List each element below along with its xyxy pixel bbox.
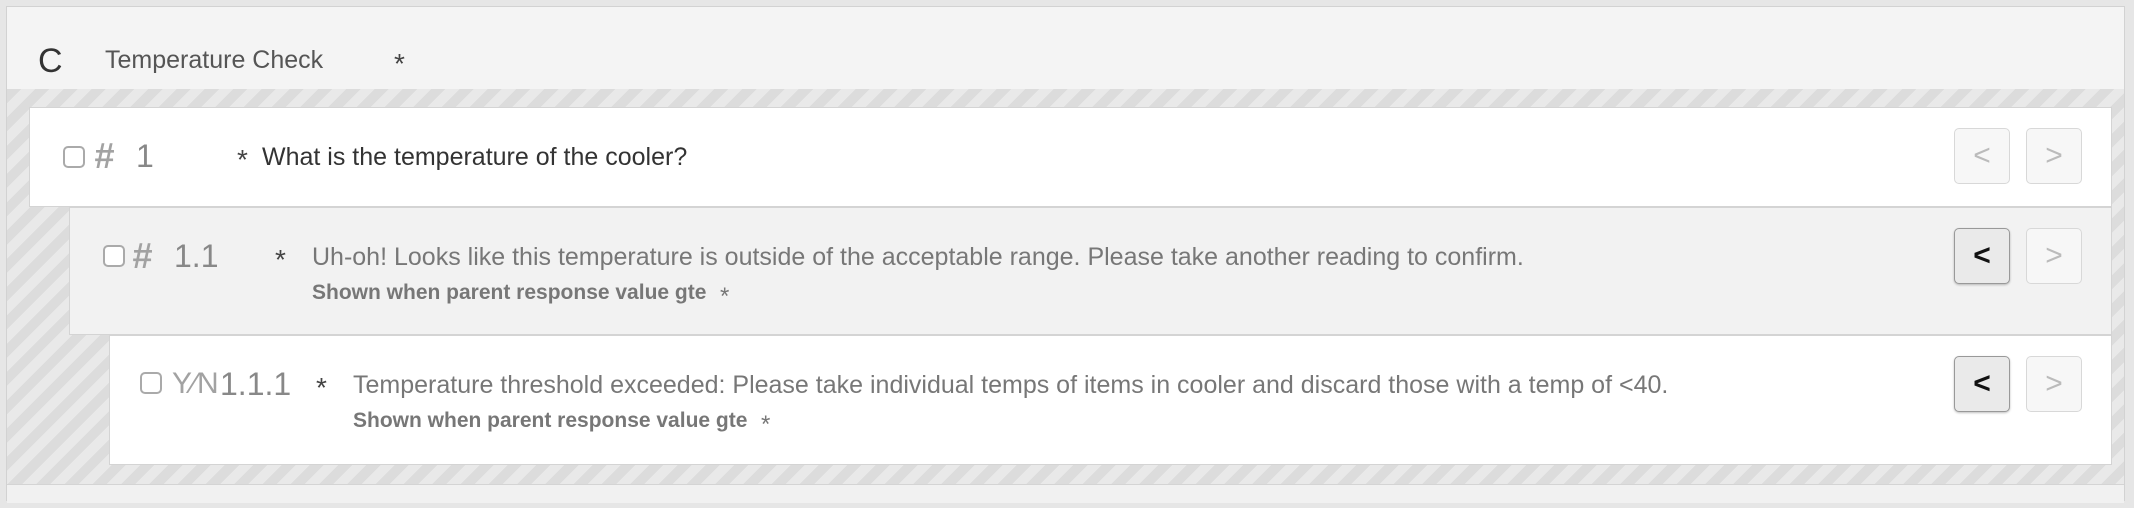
question-text[interactable]: Uh-oh! Looks like this temperature is ou… [312,242,1524,272]
question-number: 1.1 [174,238,219,274]
condition-value-mark: * [761,411,771,438]
question-number: 1 [136,138,154,174]
section-card: C Temperature Check * # 1 * What is the … [6,6,2125,503]
condition-value-mark: * [720,283,730,310]
question-checkbox[interactable] [103,245,125,267]
prev-button[interactable]: < [1954,228,2010,284]
question-text[interactable]: What is the temperature of the cooler? [262,142,687,172]
question-row[interactable]: # 1 * What is the temperature of the coo… [29,107,2112,207]
question-row[interactable]: # 1.1 * Uh-oh! Looks like this temperatu… [69,207,2112,335]
section-title[interactable]: Temperature Check [105,45,323,75]
prev-button[interactable]: < [1954,128,2010,184]
question-checkbox[interactable] [140,372,162,394]
hash-icon: # [132,235,153,276]
display-condition: Shown when parent response value gte [312,281,707,304]
section-header: C Temperature Check * [7,7,2124,90]
question-required-mark: * [275,244,286,275]
yes-no-icon: Y⁄N [172,367,219,400]
next-button[interactable]: > [2026,228,2082,284]
section-required-mark: * [394,48,405,79]
prev-button[interactable]: < [1954,356,2010,412]
next-button[interactable]: > [2026,128,2082,184]
hash-icon: # [94,135,115,176]
display-condition: Shown when parent response value gte [353,409,748,432]
section-footer [7,484,2124,503]
next-button[interactable]: > [2026,356,2082,412]
question-number: 1.1.1 [220,366,292,402]
question-row[interactable]: Y⁄N 1.1.1 * Temperature threshold exceed… [109,335,2112,465]
question-checkbox[interactable] [63,146,85,168]
section-letter: C [38,42,63,80]
question-required-mark: * [316,372,327,403]
question-required-mark: * [237,144,248,175]
question-text[interactable]: Temperature threshold exceeded: Please t… [353,370,1668,400]
